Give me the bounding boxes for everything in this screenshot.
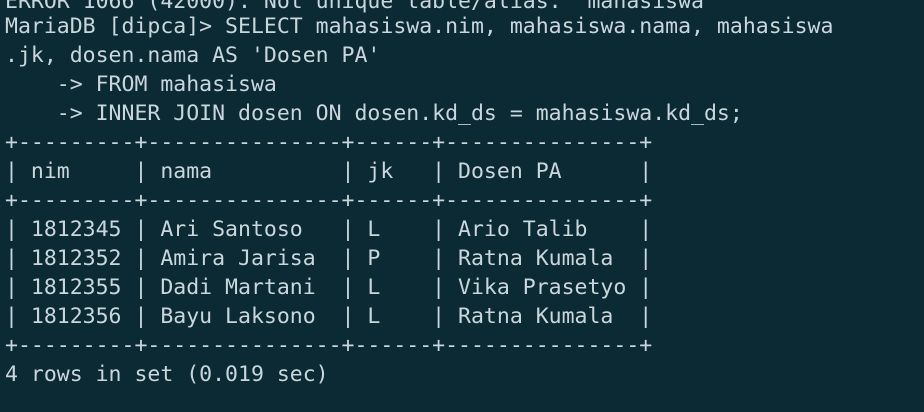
table-row: | 1812345 | Ari Santoso | L | Ario Talib… (5, 217, 653, 242)
sql-query-line-2: .jk, dosen.nama AS 'Dosen PA' (5, 43, 381, 68)
result-summary: 4 rows in set (0.019 sec) (5, 362, 329, 387)
terminal-window[interactable]: ERROR 1066 (42000): Not unique table/ali… (0, 0, 924, 412)
table-row: | 1812352 | Amira Jarisa | P | Ratna Kum… (5, 246, 653, 271)
table-border-header: +---------+---------------+------+------… (5, 188, 653, 213)
table-border-bottom: +---------+---------------+------+------… (5, 333, 653, 358)
table-header-row: | nim | nama | jk | Dosen PA | (5, 159, 653, 184)
sql-query-line-1: MariaDB [dipca]> SELECT mahasiswa.nim, m… (5, 14, 834, 39)
table-row: | 1812355 | Dadi Martani | L | Vika Pras… (5, 275, 653, 300)
table-row: | 1812356 | Bayu Laksono | L | Ratna Kum… (5, 304, 653, 329)
sql-query-line-3: -> FROM mahasiswa (5, 72, 277, 97)
sql-query-line-4: -> INNER JOIN dosen ON dosen.kd_ds = mah… (5, 101, 743, 126)
table-border-top: +---------+---------------+------+------… (5, 130, 653, 155)
